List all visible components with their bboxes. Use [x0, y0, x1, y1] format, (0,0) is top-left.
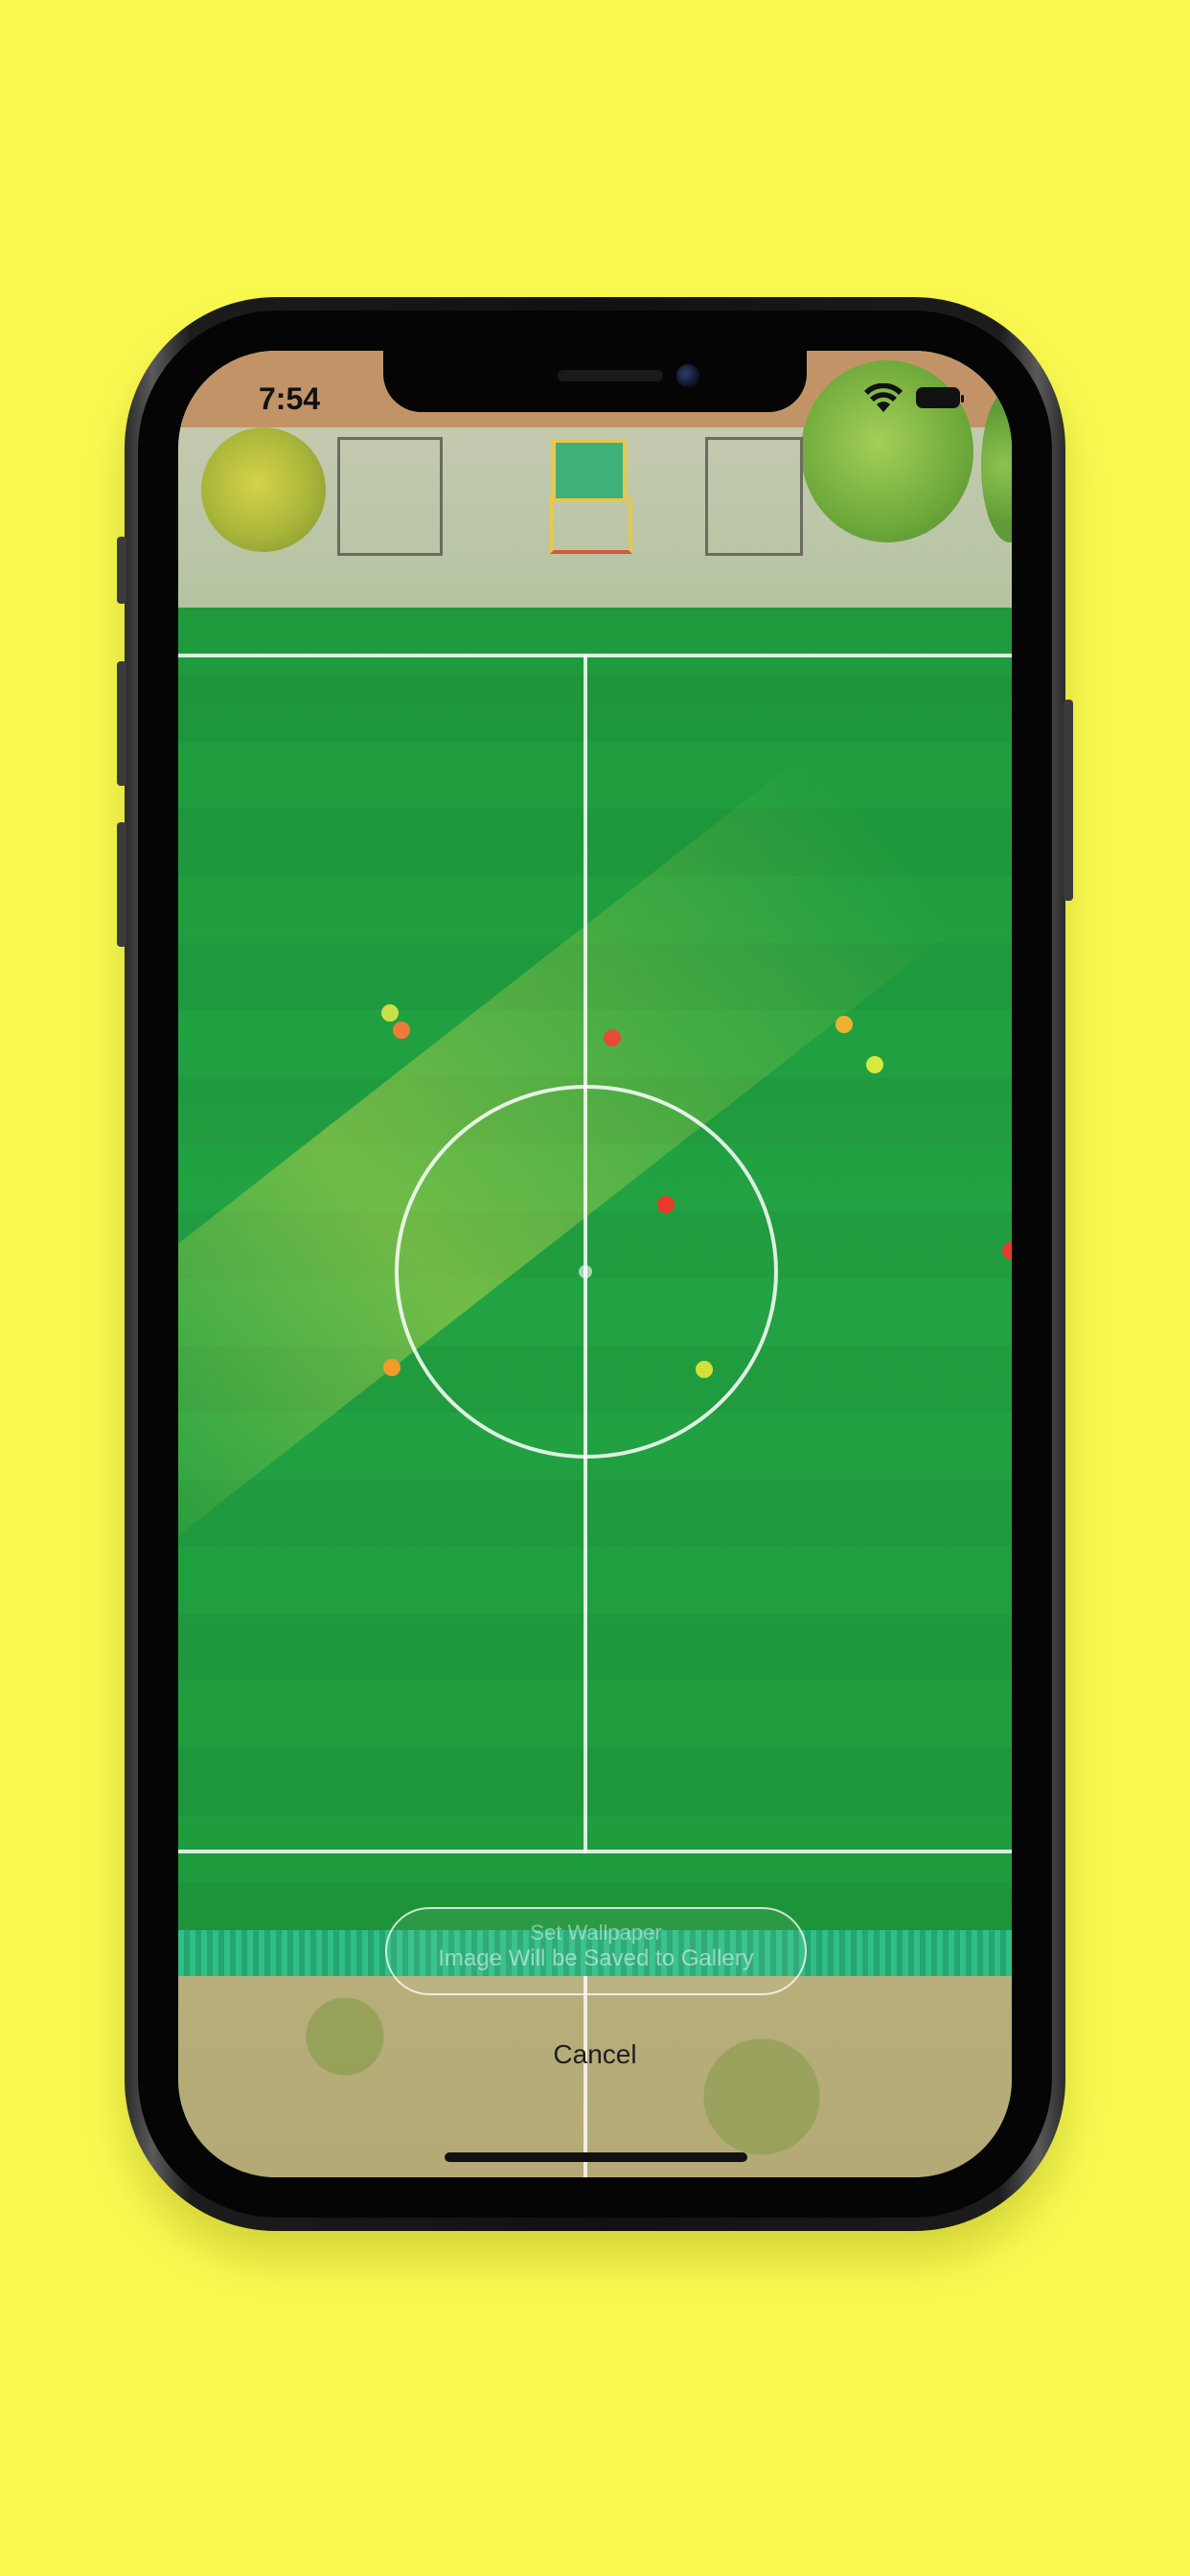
- player-figure: [657, 1196, 675, 1213]
- bench-frame-image: [337, 437, 443, 556]
- player-figure: [383, 1359, 400, 1376]
- pitch-line-extension: [584, 1976, 587, 2177]
- status-time: 7:54: [259, 381, 321, 416]
- goal-net-image: [552, 439, 627, 502]
- notch: [383, 351, 807, 412]
- battery-full-icon: [916, 387, 964, 408]
- goal-frame-image: [550, 496, 632, 554]
- pitch-line-bottom: [178, 1850, 1012, 1853]
- home-indicator[interactable]: [445, 2152, 747, 2162]
- wallpaper-pitch: [178, 608, 1012, 1940]
- pitch-line-top: [178, 654, 1012, 657]
- player-figure: [866, 1056, 883, 1073]
- wifi-icon: [864, 383, 903, 412]
- player-figure: [381, 1004, 399, 1022]
- phone-screen: 7:54 Set Wallpaper Image Will be Saved t…: [178, 351, 1012, 2177]
- set-wallpaper-label: Set Wallpaper: [530, 1920, 662, 1944]
- player-figure: [835, 1016, 853, 1033]
- bench-frame-image: [705, 437, 803, 556]
- player-figure: [1002, 1242, 1012, 1259]
- speaker-grille: [558, 370, 663, 381]
- player-figure: [696, 1361, 713, 1378]
- player-figure: [393, 1022, 410, 1039]
- silent-switch: [117, 537, 126, 604]
- center-spot: [579, 1265, 592, 1278]
- wallpaper-bottom-grass: [178, 1976, 1012, 2177]
- volume-up-button: [117, 661, 126, 786]
- player-figure: [604, 1029, 621, 1046]
- volume-down-button: [117, 822, 126, 947]
- camera-icon: [676, 364, 699, 387]
- cancel-button[interactable]: Cancel: [523, 2036, 667, 2074]
- power-button: [1064, 700, 1073, 901]
- tree-image: [201, 427, 326, 552]
- set-wallpaper-button[interactable]: Set Wallpaper Image Will be Saved to Gal…: [385, 1907, 807, 1995]
- save-to-gallery-label: Image Will be Saved to Gallery: [438, 1945, 754, 1971]
